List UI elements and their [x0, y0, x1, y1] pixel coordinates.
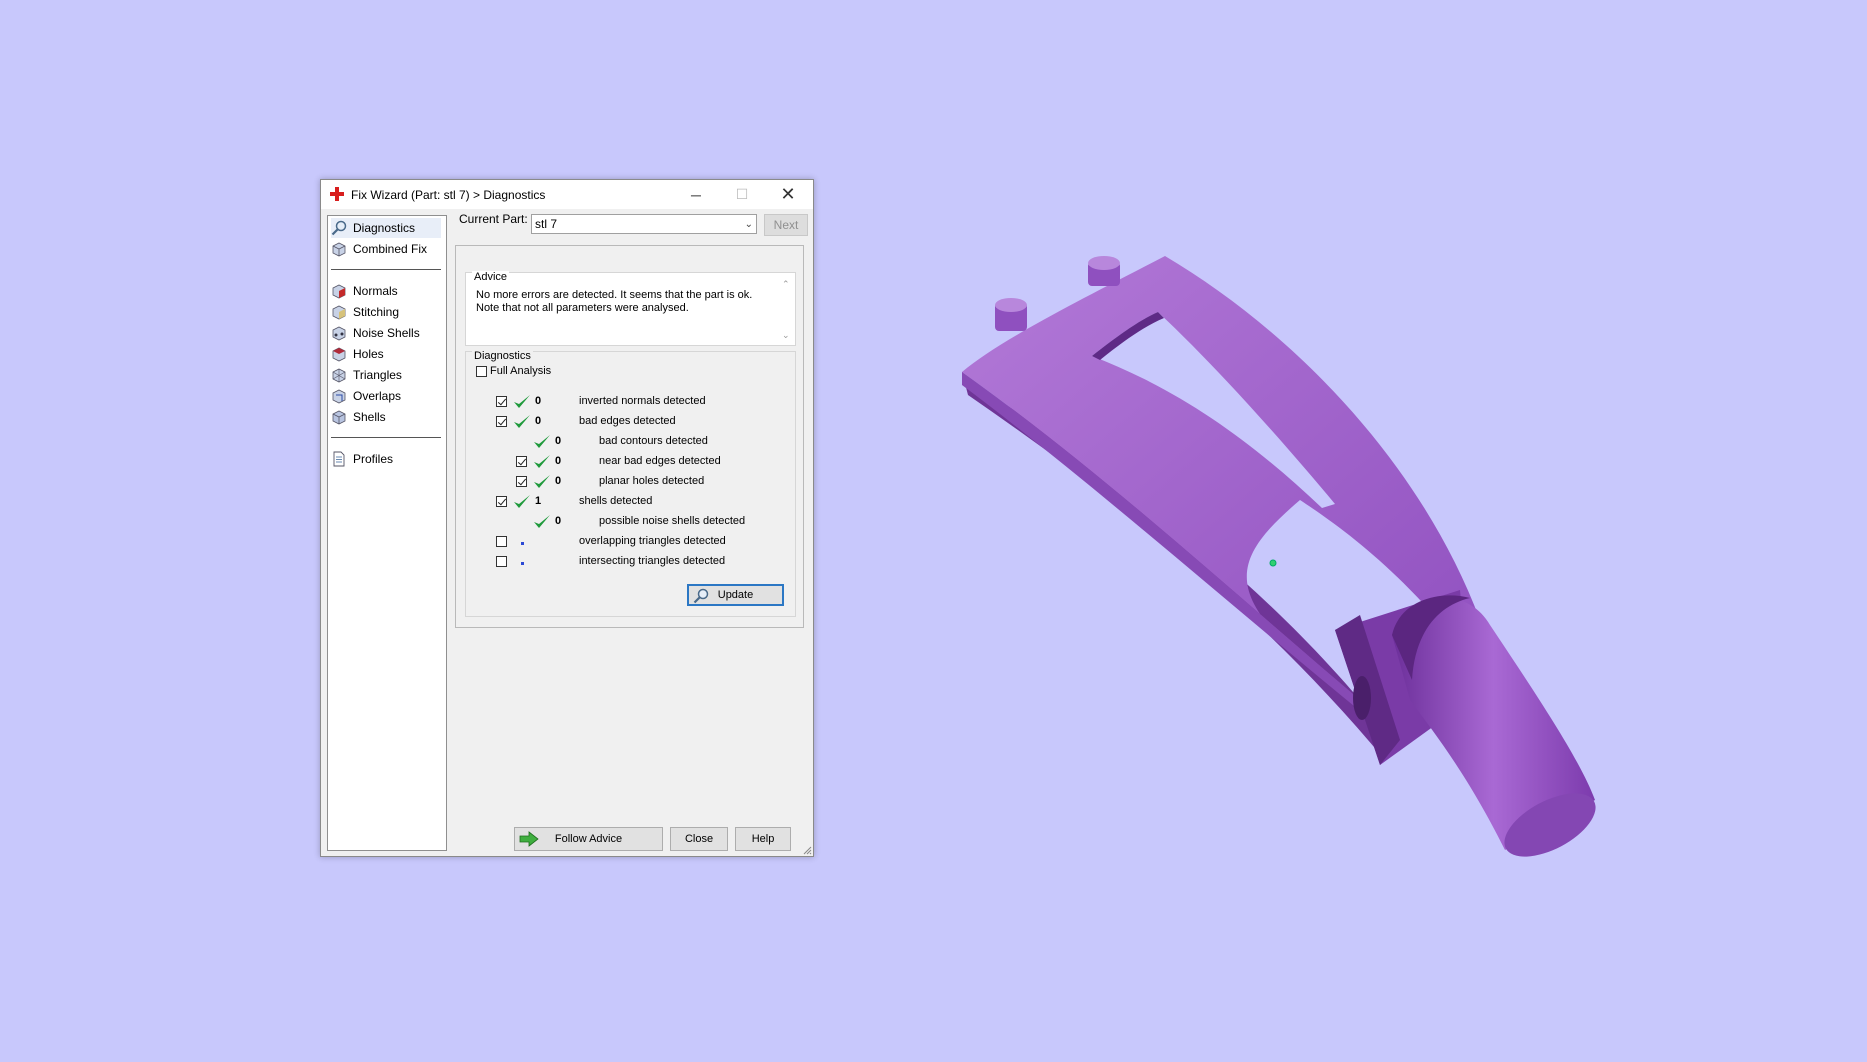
advice-scrollbar[interactable]: ⌃ ⌄: [781, 279, 793, 341]
document-icon: [333, 451, 345, 467]
update-label: Update: [717, 589, 754, 601]
full-analysis-checkbox[interactable]: [476, 366, 487, 377]
nav-item-noise-shells[interactable]: Noise Shells: [331, 323, 441, 343]
check-ok-icon: [534, 475, 550, 488]
bad-edges-checkbox[interactable]: [496, 416, 507, 427]
planar-holes-count: 0: [555, 475, 562, 487]
intersecting-triangles-label: intersecting triangles detected: [579, 555, 726, 567]
cube-icon: [332, 242, 346, 257]
planar-holes-checkbox[interactable]: [516, 476, 527, 487]
nav-item-triangles[interactable]: Triangles: [331, 365, 441, 385]
check-ok-icon: [514, 395, 530, 408]
nav-label: Stitching: [353, 305, 400, 319]
arrow-right-icon: [519, 831, 539, 847]
advice-group-label: Advice: [472, 271, 510, 283]
near-bad-edges-count: 0: [555, 455, 562, 467]
inverted-normals-count: 0: [535, 395, 542, 407]
shells-checkbox[interactable]: [496, 496, 507, 507]
stitching-cube-icon: [332, 305, 346, 320]
inverted-normals-label: inverted normals detected: [579, 395, 706, 407]
advice-line-1: No more errors are detected. It seems th…: [476, 289, 753, 301]
fix-wizard-dialog: Fix Wizard (Part: stl 7) > Diagnostics ─…: [320, 179, 814, 857]
next-button[interactable]: Next: [764, 214, 808, 236]
nav-label: Diagnostics: [353, 221, 416, 235]
diagnostics-group-label: Diagnostics: [472, 350, 533, 362]
follow-advice-label: Follow Advice: [554, 833, 623, 845]
current-part-select[interactable]: stl 7 ⌄: [531, 214, 757, 234]
near-bad-edges-label: near bad edges detected: [599, 455, 721, 467]
nav-label: Noise Shells: [353, 326, 420, 340]
current-part-label: Current Part:: [459, 212, 528, 226]
bad-contours-count: 0: [555, 435, 562, 447]
holes-cube-icon: [332, 347, 346, 362]
nav-label: Overlaps: [353, 389, 402, 403]
noise-shells-label: possible noise shells detected: [599, 515, 746, 527]
advice-line-2: Note that not all parameters were analys…: [476, 302, 689, 314]
intersecting-triangles-checkbox[interactable]: [496, 556, 507, 567]
nav-label: Holes: [353, 347, 384, 361]
planar-holes-label: planar holes detected: [599, 475, 705, 487]
title-bar[interactable]: Fix Wizard (Part: stl 7) > Diagnostics ─…: [321, 180, 813, 209]
magnifier-icon: [693, 588, 709, 604]
nav-item-holes[interactable]: Holes: [331, 344, 441, 364]
nav-item-shells[interactable]: Shells: [331, 407, 441, 427]
stl-part-model[interactable]: [962, 256, 1605, 870]
nav-label: Profiles: [353, 452, 394, 466]
noise-shells-count: 0: [555, 515, 562, 527]
nav-item-stitching[interactable]: Stitching: [331, 302, 441, 322]
close-window-button[interactable]: ✕: [765, 180, 811, 209]
check-ok-icon: [534, 455, 550, 468]
check-ok-icon: [534, 515, 550, 528]
not-analysed-dot: [521, 542, 524, 545]
magnifier-icon: [331, 220, 347, 236]
maximize-button[interactable]: ☐: [719, 180, 765, 209]
shells-cube-icon: [332, 410, 346, 425]
bad-edges-label: bad edges detected: [579, 415, 676, 427]
full-analysis-label: Full Analysis: [490, 365, 552, 377]
shells-label: shells detected: [579, 495, 653, 507]
advice-text: No more errors are detected. It seems th…: [476, 289, 766, 315]
nav-label: Combined Fix: [353, 242, 428, 256]
nav-item-profiles[interactable]: Profiles: [331, 449, 441, 469]
bad-edges-count: 0: [535, 415, 542, 427]
check-ok-icon: [514, 495, 530, 508]
wizard-nav: Diagnostics Combined Fix Normals Stitchi…: [327, 215, 447, 851]
nav-separator: [331, 437, 441, 438]
update-button[interactable]: Update: [687, 584, 784, 606]
overlaps-cube-icon: [332, 389, 346, 404]
help-button[interactable]: Help: [735, 827, 791, 851]
not-analysed-dot: [521, 562, 524, 565]
scroll-down-icon[interactable]: ⌄: [782, 330, 790, 341]
shells-count: 1: [535, 495, 542, 507]
3d-viewport[interactable]: [0, 0, 1867, 1062]
noise-shells-cube-icon: [332, 326, 346, 341]
follow-advice-button[interactable]: Follow Advice: [514, 827, 663, 851]
check-ok-icon: [534, 435, 550, 448]
nav-label: Shells: [353, 410, 386, 424]
scroll-up-icon[interactable]: ⌃: [782, 279, 790, 290]
advice-group: Advice No more errors are detected. It s…: [465, 271, 796, 346]
nav-item-diagnostics[interactable]: Diagnostics: [331, 218, 441, 238]
nav-item-overlaps[interactable]: Overlaps: [331, 386, 441, 406]
resize-grip-icon[interactable]: [802, 845, 812, 855]
normals-cube-icon: [332, 284, 346, 299]
red-cross-icon: [330, 187, 344, 201]
near-bad-edges-checkbox[interactable]: [516, 456, 527, 467]
inverted-normals-checkbox[interactable]: [496, 396, 507, 407]
overlapping-triangles-label: overlapping triangles detected: [579, 535, 726, 547]
chevron-down-icon: ⌄: [744, 219, 753, 230]
nav-separator: [331, 269, 441, 270]
nav-label: Normals: [353, 284, 398, 298]
triangles-cube-icon: [332, 368, 346, 383]
check-ok-icon: [514, 415, 530, 428]
minimize-button[interactable]: ─: [673, 180, 719, 209]
close-button[interactable]: Close: [670, 827, 728, 851]
nav-item-combined-fix[interactable]: Combined Fix: [331, 239, 441, 259]
bad-contours-label: bad contours detected: [599, 435, 708, 447]
current-part-value: stl 7: [535, 217, 558, 231]
window-title: Fix Wizard (Part: stl 7) > Diagnostics: [351, 188, 546, 202]
nav-label: Triangles: [353, 368, 402, 382]
overlapping-triangles-checkbox[interactable]: [496, 536, 507, 547]
nav-item-normals[interactable]: Normals: [331, 281, 441, 301]
